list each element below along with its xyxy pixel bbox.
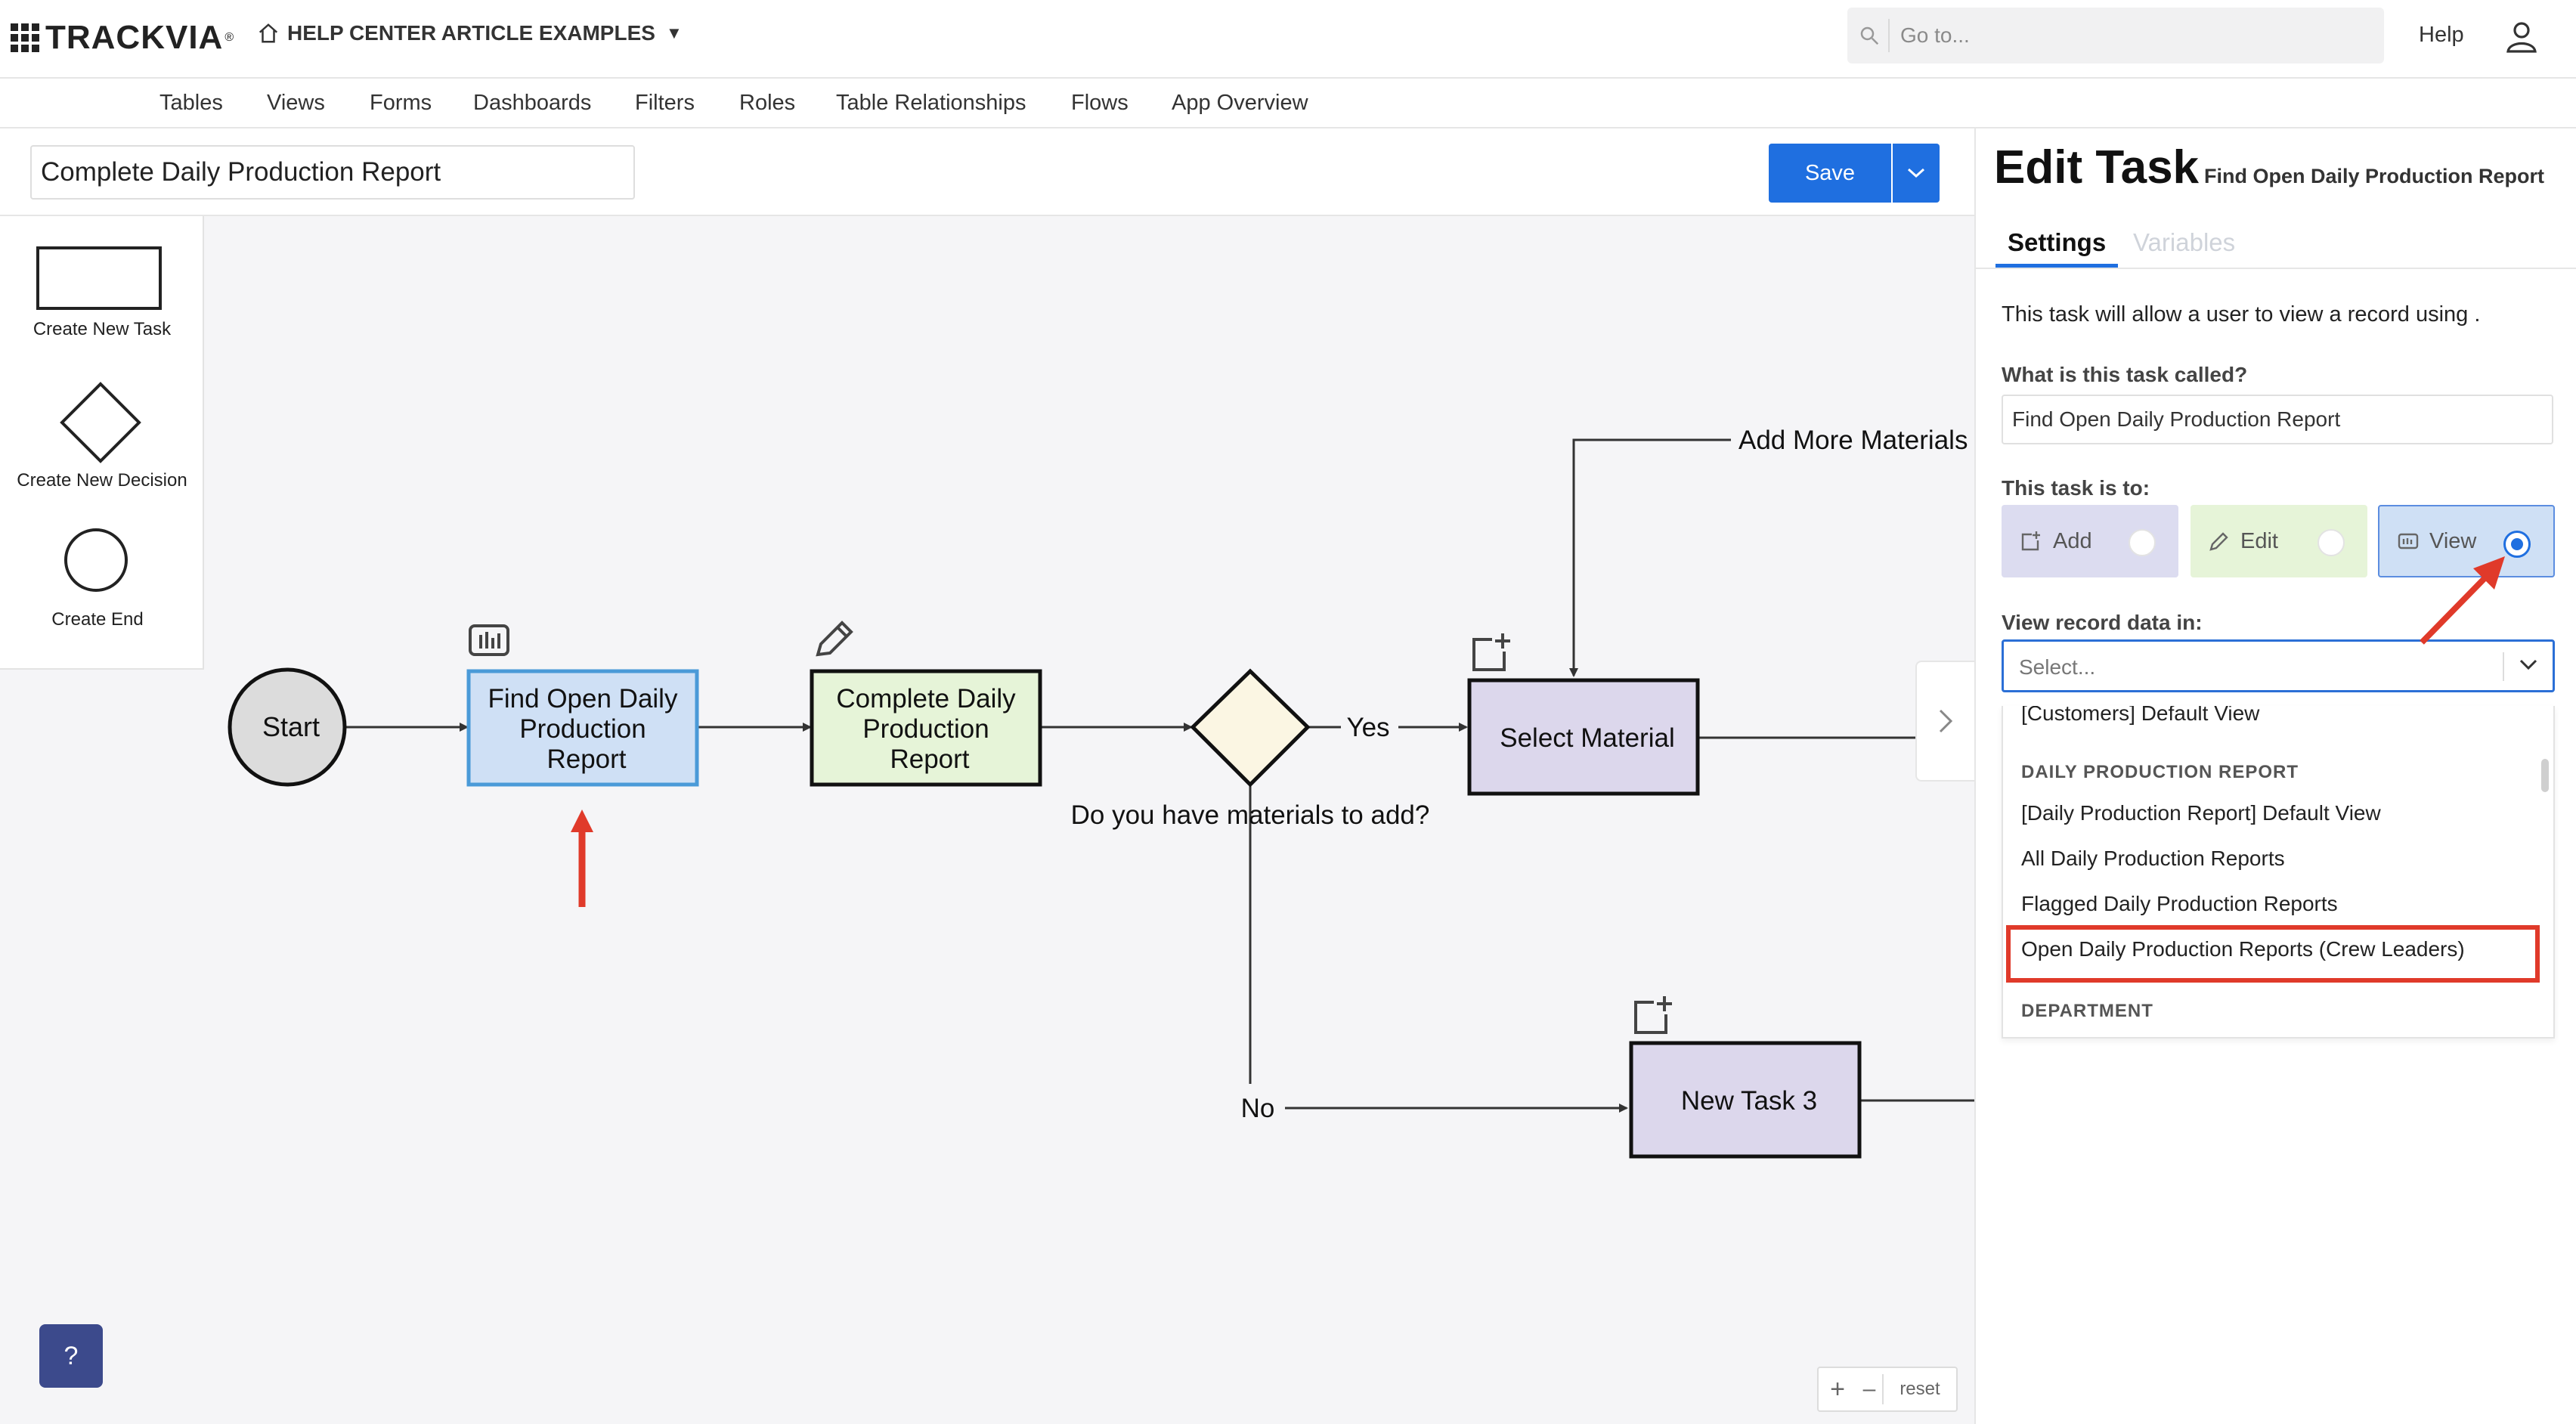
svg-text:Find Open Daily: Find Open Daily bbox=[488, 684, 678, 714]
edit-task-panel: Edit Task Find Open Daily Production Rep… bbox=[1974, 128, 2576, 1424]
edit-task-icon bbox=[816, 621, 853, 657]
svg-text:Select Material: Select Material bbox=[1500, 723, 1674, 753]
zoom-reset-button[interactable]: reset bbox=[1884, 1379, 1956, 1400]
task-name-label: What is this task called? bbox=[2002, 363, 2248, 386]
create-decision-tool[interactable]: Create New Decision bbox=[0, 378, 204, 499]
task-type-add[interactable]: Add bbox=[2002, 505, 2178, 577]
svg-text:Report: Report bbox=[546, 745, 626, 774]
dropdown-option[interactable]: [Daily Production Report] Default View bbox=[2021, 801, 2381, 825]
panel-tabs: Settings Variables bbox=[1976, 219, 2576, 269]
decision-node[interactable] bbox=[1190, 668, 1311, 788]
chevron-down-icon[interactable] bbox=[2518, 657, 2539, 672]
view-data-label: View record data in: bbox=[2002, 611, 2203, 634]
start-label: Start bbox=[262, 711, 320, 742]
svg-text:Production: Production bbox=[862, 714, 989, 744]
chevron-right-icon bbox=[1939, 709, 1953, 733]
add-icon bbox=[2021, 531, 2040, 551]
no-label: No bbox=[1241, 1094, 1275, 1123]
decision-shape-icon bbox=[60, 382, 141, 463]
panel-title: Edit Task bbox=[1994, 141, 2200, 193]
task-node-new-task-3[interactable]: New Task 3 bbox=[1629, 1041, 1862, 1159]
task-type-label: This task is to: bbox=[2002, 476, 2150, 500]
dropdown-option[interactable]: All Daily Production Reports bbox=[2021, 847, 2285, 871]
task-node-select-material[interactable]: Select Material bbox=[1467, 678, 1700, 796]
task-name-input[interactable] bbox=[2002, 395, 2553, 444]
end-shape-icon bbox=[64, 528, 128, 592]
task-description: This task will allow a user to view a re… bbox=[2002, 302, 2481, 327]
task-type-edit[interactable]: Edit bbox=[2191, 505, 2367, 577]
svg-text:Complete Daily: Complete Daily bbox=[836, 684, 1016, 714]
view-task-icon bbox=[469, 624, 509, 656]
tab-variables[interactable]: Variables bbox=[2133, 228, 2235, 257]
create-end-label: Create End bbox=[51, 609, 144, 630]
zoom-in-button[interactable]: + bbox=[1819, 1375, 1856, 1404]
add-more-materials-label: Add More Materials bbox=[1738, 426, 1968, 455]
add-task-icon-2 bbox=[1634, 996, 1672, 1034]
task-node-find-open-report[interactable]: Find Open Daily Production Report bbox=[466, 669, 699, 787]
add-task-icon bbox=[1472, 633, 1510, 671]
add-radio[interactable] bbox=[2129, 529, 2156, 556]
dropdown-scrollbar[interactable] bbox=[2541, 759, 2549, 792]
user-icon[interactable] bbox=[2503, 18, 2540, 54]
create-decision-label: Create New Decision bbox=[17, 470, 187, 491]
zoom-controls: + – reset bbox=[1817, 1367, 1958, 1412]
tab-settings[interactable]: Settings bbox=[1995, 228, 2119, 268]
task-node-complete-report[interactable]: Complete Daily Production Report bbox=[810, 669, 1042, 787]
create-task-label: Create New Task bbox=[33, 319, 172, 339]
zoom-out-button[interactable]: – bbox=[1856, 1376, 1882, 1402]
select-placeholder: Select... bbox=[2019, 655, 2096, 679]
edge-add-more[interactable] bbox=[1569, 438, 1731, 677]
dropdown-group-header: DEPARTMENT bbox=[2021, 1001, 2153, 1021]
panel-collapse-toggle[interactable] bbox=[1915, 661, 1974, 782]
flow-diagram: Start Find Open Daily Production Report … bbox=[228, 426, 1974, 1159]
pencil-icon bbox=[2209, 532, 2228, 551]
create-end-tool[interactable]: Create End bbox=[0, 526, 204, 639]
svg-text:Production: Production bbox=[519, 714, 646, 744]
svg-text:New Task 3: New Task 3 bbox=[1681, 1086, 1817, 1116]
edit-radio[interactable] bbox=[2317, 529, 2345, 556]
annotation-arrow-view-option bbox=[2420, 556, 2505, 645]
help-link[interactable]: Help bbox=[2419, 23, 2464, 48]
dropdown-group-header: DAILY PRODUCTION REPORT bbox=[2021, 762, 2299, 782]
shape-palette: Create New Task Create New Decision Crea… bbox=[0, 216, 204, 670]
dropdown-option[interactable]: Flagged Daily Production Reports bbox=[2021, 892, 2338, 916]
annotation-highlight-box bbox=[2006, 925, 2540, 983]
start-node[interactable]: Start bbox=[228, 667, 347, 787]
panel-subtitle: Find Open Daily Production Report bbox=[2204, 165, 2545, 187]
yes-label: Yes bbox=[1346, 713, 1389, 742]
create-task-tool[interactable]: Create New Task bbox=[0, 239, 204, 360]
view-data-dropdown: [Customers] Default View DAILY PRODUCTIO… bbox=[2002, 706, 2555, 1039]
help-button[interactable]: ? bbox=[39, 1324, 103, 1388]
svg-text:Report: Report bbox=[890, 745, 969, 774]
dropdown-option[interactable]: [Customers] Default View bbox=[2021, 706, 2259, 726]
task-shape-icon bbox=[36, 246, 162, 310]
decision-question-label: Do you have materials to add? bbox=[1071, 800, 1430, 830]
